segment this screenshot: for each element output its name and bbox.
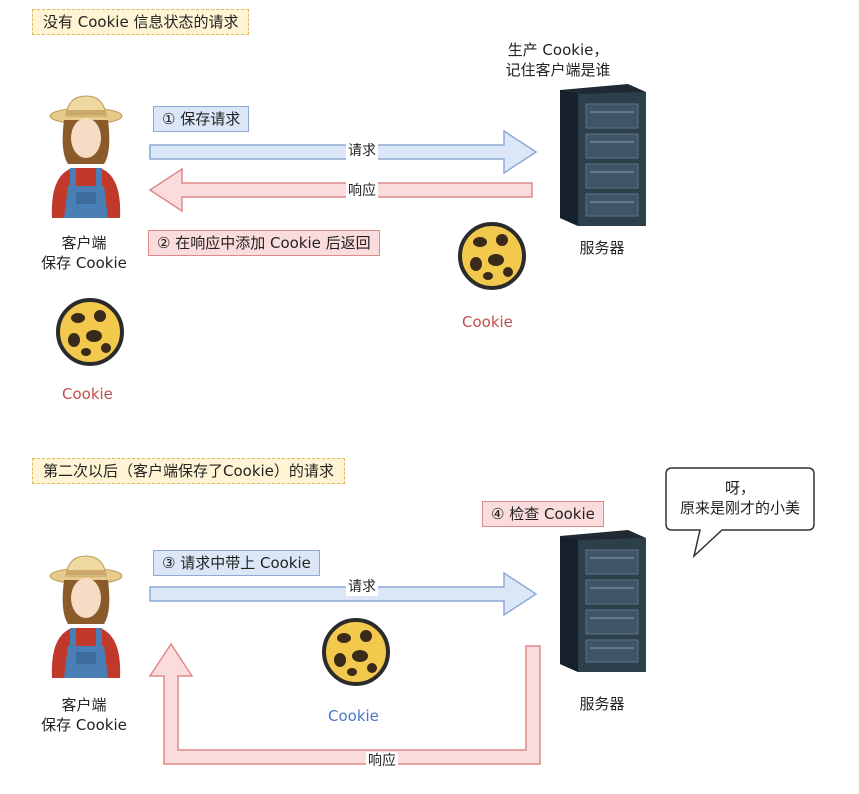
client-label-line2: 保存 Cookie <box>41 254 127 272</box>
server-icon <box>560 530 646 672</box>
speech-bubble-text: 呀， 原来是刚才的小美 <box>666 478 814 518</box>
bubble-line1: 呀， <box>724 479 755 497</box>
cookie-icon <box>458 222 526 290</box>
response-arrow <box>148 642 541 765</box>
client-label-line1: 客户端 <box>61 696 107 714</box>
client-label-line1: 客户端 <box>61 234 107 252</box>
client-avatar-icon <box>49 95 123 218</box>
request-label: 请求 <box>346 578 378 596</box>
server-icon <box>560 84 646 226</box>
cookie-mid-label: Cookie <box>462 313 513 331</box>
client-label-line2: 保存 Cookie <box>41 716 127 734</box>
response-arrow <box>148 167 533 213</box>
client-avatar-icon <box>49 555 123 678</box>
step4-label: ④ 检查 Cookie <box>482 501 604 527</box>
request-label: 请求 <box>346 142 378 160</box>
scenario-note-subsequent-request: 第二次以后（客户端保存了Cookie）的请求 <box>32 458 345 484</box>
cookie-left-label: Cookie <box>62 385 113 403</box>
server-caption-line1: 生产 Cookie， <box>507 41 609 59</box>
client-label: 客户端 保存 Cookie <box>32 233 136 273</box>
scenario-note-first-request: 没有 Cookie 信息状态的请求 <box>32 9 250 35</box>
server-label: 服务器 <box>579 695 625 713</box>
response-label: 响应 <box>346 182 378 200</box>
server-caption-line2: 记住客户端是谁 <box>505 61 611 79</box>
server-caption: 生产 Cookie， 记住客户端是谁 <box>478 40 638 80</box>
bubble-line2: 原来是刚才的小美 <box>679 499 800 517</box>
client-label: 客户端 保存 Cookie <box>32 695 136 735</box>
step2-label: ② 在响应中添加 Cookie 后返回 <box>148 230 380 256</box>
request-arrow <box>149 571 538 617</box>
response-label: 响应 <box>366 752 398 770</box>
server-label: 服务器 <box>579 239 625 257</box>
cookie-icon <box>56 298 124 366</box>
